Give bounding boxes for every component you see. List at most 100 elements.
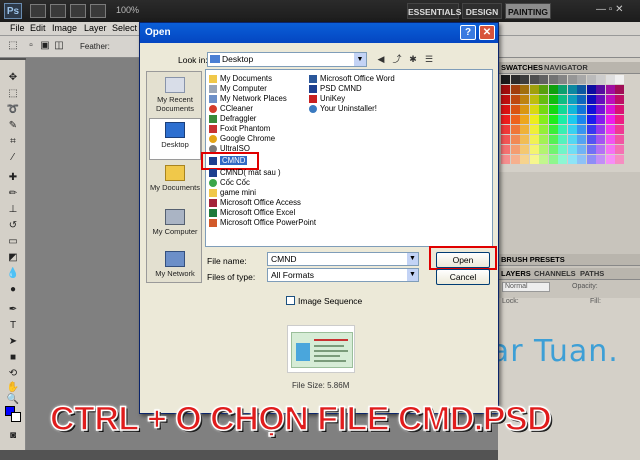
move-tool-icon[interactable]: ✥ — [6, 72, 20, 84]
list-item[interactable]: Microsoft Office Excel — [209, 208, 295, 218]
color-swatch[interactable] — [529, 85, 539, 94]
list-item[interactable]: My Documents — [209, 74, 272, 84]
gradient-tool-icon[interactable]: ◩ — [6, 252, 20, 264]
color-swatch[interactable] — [548, 105, 558, 114]
color-swatch[interactable] — [586, 145, 596, 154]
image-sequence-option[interactable]: Image Sequence — [286, 296, 362, 306]
color-swatch[interactable] — [548, 135, 558, 144]
color-swatch[interactable] — [501, 115, 510, 124]
color-swatch[interactable] — [520, 85, 529, 94]
color-swatch[interactable] — [558, 115, 567, 124]
lasso-tool-icon[interactable]: ➰ — [6, 104, 20, 116]
color-swatch[interactable] — [510, 155, 520, 164]
color-swatch[interactable] — [615, 105, 624, 114]
color-swatch[interactable] — [586, 75, 596, 84]
help-button[interactable]: ? — [460, 25, 476, 40]
color-swatch[interactable] — [529, 115, 539, 124]
color-swatch[interactable] — [596, 125, 605, 134]
color-swatch[interactable] — [558, 155, 567, 164]
color-swatch[interactable] — [577, 115, 586, 124]
color-swatch[interactable] — [529, 155, 539, 164]
color-swatch[interactable] — [615, 85, 624, 94]
color-swatch[interactable] — [501, 155, 510, 164]
type-tool-icon[interactable]: T — [6, 320, 20, 332]
color-swatch[interactable] — [615, 145, 624, 154]
color-swatch[interactable] — [539, 135, 548, 144]
color-swatch[interactable] — [586, 135, 596, 144]
color-swatch[interactable] — [529, 135, 539, 144]
color-swatch[interactable] — [558, 135, 567, 144]
list-item[interactable]: Cốc Cốc — [209, 178, 250, 188]
color-swatch[interactable] — [577, 105, 586, 114]
color-swatch[interactable] — [596, 155, 605, 164]
chevron-down-icon[interactable]: ▼ — [407, 253, 418, 265]
color-swatch[interactable] — [501, 75, 510, 84]
blur-tool-icon[interactable]: 💧 — [6, 268, 20, 280]
workspace-painting[interactable]: PAINTING — [505, 3, 551, 19]
color-swatch[interactable] — [510, 135, 520, 144]
color-swatch[interactable] — [577, 85, 586, 94]
workspace-essentials[interactable]: ESSENTIALS — [407, 3, 461, 19]
tab-paths[interactable]: PATHS — [580, 269, 604, 278]
color-swatch[interactable] — [520, 125, 529, 134]
mini-bridge-icon[interactable] — [50, 4, 66, 18]
color-swatch[interactable] — [596, 115, 605, 124]
list-item[interactable]: game mini — [209, 188, 256, 198]
color-swatch[interactable] — [577, 75, 586, 84]
color-swatch[interactable] — [548, 95, 558, 104]
shape-tool-icon[interactable]: ■ — [6, 352, 20, 364]
color-swatch[interactable] — [586, 105, 596, 114]
list-item[interactable]: CCleaner — [209, 104, 253, 114]
color-swatch[interactable] — [501, 95, 510, 104]
color-swatch[interactable] — [567, 145, 577, 154]
color-swatch[interactable] — [520, 155, 529, 164]
color-swatch[interactable] — [605, 105, 615, 114]
tab-channels[interactable]: CHANNELS — [534, 269, 576, 278]
tab-brush-presets[interactable]: BRUSH PRESETS — [501, 255, 565, 264]
color-swatch[interactable] — [567, 75, 577, 84]
color-swatch[interactable] — [615, 155, 624, 164]
color-swatch[interactable] — [501, 85, 510, 94]
color-swatch[interactable] — [596, 95, 605, 104]
color-swatch[interactable] — [615, 115, 624, 124]
color-swatch[interactable] — [577, 95, 586, 104]
color-swatch[interactable] — [605, 95, 615, 104]
color-swatch[interactable] — [605, 85, 615, 94]
color-swatch[interactable] — [510, 145, 520, 154]
color-swatch[interactable] — [615, 125, 624, 134]
new-folder-icon[interactable]: ✱ — [406, 52, 420, 66]
clone-stamp-tool-icon[interactable]: ⊥ — [6, 204, 20, 216]
list-item[interactable]: Defraggler — [209, 114, 256, 124]
color-swatch[interactable] — [539, 75, 548, 84]
workspace-design[interactable]: DESIGN — [462, 3, 502, 19]
place-my-documents[interactable]: My Documents — [149, 162, 201, 204]
place-my-recent-documents[interactable]: My Recent Documents — [149, 74, 201, 116]
place-desktop[interactable]: Desktop — [149, 118, 201, 160]
eyedropper-tool-icon[interactable]: ⁄ — [6, 152, 20, 164]
color-swatch[interactable] — [586, 155, 596, 164]
color-swatch[interactable] — [558, 85, 567, 94]
color-swatch[interactable] — [596, 145, 605, 154]
color-swatch[interactable] — [567, 115, 577, 124]
color-swatch[interactable] — [605, 125, 615, 134]
color-swatch[interactable] — [548, 115, 558, 124]
view-menu-icon[interactable]: ☰ — [422, 52, 436, 66]
menu-file[interactable]: File — [10, 23, 25, 33]
close-button[interactable]: ✕ — [479, 25, 495, 40]
color-swatch[interactable] — [567, 105, 577, 114]
color-swatch[interactable] — [510, 115, 520, 124]
color-swatch[interactable] — [539, 155, 548, 164]
healing-tool-icon[interactable]: ✚ — [6, 172, 20, 184]
subtract-selection-icon[interactable]: ◫ — [52, 40, 66, 52]
list-item[interactable]: My Network Places — [209, 94, 287, 104]
color-swatch[interactable] — [548, 155, 558, 164]
file-list[interactable]: My Documents My Computer My Network Plac… — [201, 69, 493, 247]
color-swatch[interactable] — [615, 95, 624, 104]
new-selection-icon[interactable]: ▫ — [24, 40, 38, 52]
3d-rotate-tool-icon[interactable]: ⟲ — [6, 368, 20, 380]
color-swatch[interactable] — [510, 95, 520, 104]
color-swatch[interactable] — [539, 95, 548, 104]
color-swatch[interactable] — [510, 125, 520, 134]
list-item[interactable]: Foxit Phantom — [209, 124, 270, 134]
history-brush-tool-icon[interactable]: ↺ — [6, 220, 20, 232]
